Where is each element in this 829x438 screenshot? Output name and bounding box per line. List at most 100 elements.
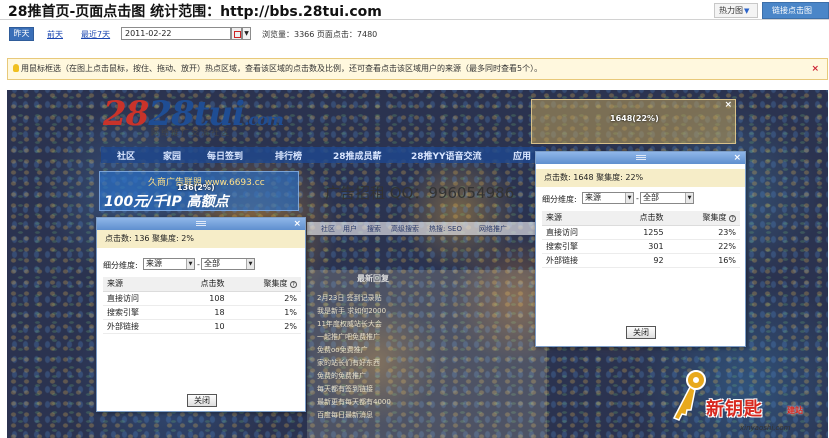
tab-link-click-map[interactable]: 链接点击图 [762, 2, 829, 19]
col-concentration-label: 聚集度 [263, 279, 288, 289]
cell-concentration: 2% [228, 319, 301, 334]
cell-source: 外部链接 [542, 253, 612, 268]
popup-close-x[interactable]: × [733, 152, 741, 164]
hot-search[interactable]: 网络推广 [479, 224, 507, 234]
source-table: 来源 点击数 聚集度 ? 直接访问 108 2% 搜索引擎 18 1% 外部链接 10 2% [103, 277, 301, 334]
last-7-days-link[interactable]: 最近7天 [81, 29, 110, 40]
site-logo: 2828tui.com 网络推广交流社区 [103, 94, 284, 140]
dimension-select-value: 来源 [146, 259, 162, 268]
dimension-select[interactable]: 来源 ▼ [143, 258, 195, 270]
tip-bar: 用鼠标框选（在图上点击鼠标，按住、拖动、放开）热点区域，查看该区域的点击数及比例… [7, 58, 828, 80]
nav-item[interactable]: 应用 [513, 149, 531, 162]
news-line[interactable]: 2月23日 签到记录贴 [317, 293, 382, 303]
search-option[interactable]: 社区 [321, 224, 335, 234]
page-stats: 浏览量：3366 页面点击：7480 [262, 30, 378, 39]
logo-subtitle: 网络推广交流社区 [151, 128, 231, 137]
popup-summary: 点击数: 1648 聚集度: 22% [536, 169, 745, 187]
cell-concentration: 1% [228, 305, 301, 320]
grip-icon [196, 221, 206, 226]
cell-clicks: 10 [172, 319, 229, 334]
logo-domain: .com [243, 110, 284, 129]
tab-heatmap[interactable]: 热力图▼ [714, 3, 758, 18]
cell-clicks: 301 [611, 239, 668, 254]
table-row: 外部链接 92 16% [542, 253, 740, 268]
nav-item[interactable]: 每日签到 [207, 149, 243, 162]
popup-drag-bar[interactable]: × [97, 218, 305, 230]
help-icon[interactable]: ? [290, 281, 297, 289]
dimension-filter-select[interactable]: 全部 ▼ [201, 258, 255, 270]
dimension-label: 细分维度: [542, 195, 577, 204]
date-dropdown-arrow[interactable]: ▼ [242, 27, 251, 40]
news-line[interactable]: 我是新手 求如何2000 [317, 306, 386, 316]
nav-item[interactable]: 排行榜 [275, 149, 302, 162]
col-source: 来源 [542, 211, 612, 226]
news-line[interactable]: 最新更有每天都有4000 [317, 397, 391, 407]
hotspot-close-button[interactable]: × [724, 100, 732, 110]
col-clicks: 点击数 [611, 211, 668, 226]
popup-summary: 点击数: 136 聚集度: 2% [97, 230, 305, 248]
lightbulb-icon [13, 64, 19, 72]
cell-concentration: 2% [228, 291, 301, 306]
popup-close-button[interactable]: 关闭 [626, 326, 656, 339]
col-concentration: 聚集度 ? [667, 211, 740, 226]
tab-heatmap-label: 热力图 [719, 6, 743, 15]
table-row: 搜索引擎 18 1% [103, 305, 301, 320]
table-row: 直接访问 108 2% [103, 291, 301, 306]
news-line[interactable]: 免费的免费推广 [317, 371, 366, 381]
calendar-icon[interactable] [231, 27, 242, 40]
nav-item[interactable]: 社区 [117, 149, 135, 162]
nav-item[interactable]: 28推YY语音交流 [411, 149, 482, 162]
nav-item[interactable]: 28推成员薪 [333, 149, 382, 162]
chevron-down-icon: ▼ [246, 259, 254, 269]
nav-item[interactable]: 家园 [163, 149, 181, 162]
yesterday-button[interactable]: 昨天 [9, 27, 34, 41]
search-button[interactable]: 搜索 [367, 224, 381, 234]
search-option[interactable]: 用户 [343, 224, 357, 234]
dimension-dash: - [197, 260, 200, 269]
watermark-url: xinyaoshi.com [740, 424, 791, 432]
chevron-down-icon: ▼ [685, 193, 693, 203]
popup-drag-bar[interactable]: × [536, 152, 745, 164]
help-icon[interactable]: ? [729, 215, 736, 223]
ad-line-2: 100元/千IP 高额点 [104, 194, 229, 210]
cell-concentration: 22% [667, 239, 740, 254]
col-source: 来源 [103, 277, 173, 292]
hotspot-selection[interactable]: 1648(22%) × [531, 99, 736, 144]
dimension-filter-value: 全部 [204, 259, 220, 268]
news-line[interactable]: 免费oo免费推广 [317, 345, 368, 355]
cell-source: 搜索引擎 [103, 305, 173, 320]
popup-close-button[interactable]: 关闭 [187, 394, 217, 407]
table-row: 搜索引擎 301 22% [542, 239, 740, 254]
cell-source: 直接访问 [103, 291, 173, 306]
col-clicks: 点击数 [172, 277, 229, 292]
grip-icon [635, 155, 646, 160]
hotspot-label: 1648(22%) [610, 114, 659, 123]
col-concentration-label: 聚集度 [702, 213, 727, 223]
tip-close-button[interactable]: × [811, 59, 819, 79]
advanced-search-link[interactable]: 高级搜索 [391, 224, 419, 234]
hotspot-detail-popup-left: × 点击数: 136 聚集度: 2% 细分维度: 来源 ▼ - 全部 ▼ 来源 点击… [96, 217, 306, 412]
cell-source: 外部链接 [103, 319, 173, 334]
cell-source: 搜索引擎 [542, 239, 612, 254]
chevron-down-icon: ▼ [744, 7, 750, 15]
news-line[interactable]: 11年度权威站长大会 [317, 319, 382, 329]
popup-close-x[interactable]: × [293, 218, 301, 230]
news-line[interactable]: 家的站长们有好东西 [317, 358, 380, 368]
hot-search[interactable]: 热搜: SEO [429, 224, 462, 234]
table-row: 直接访问 1255 23% [542, 225, 740, 240]
chevron-down-icon: ▼ [625, 193, 633, 203]
dimension-filter-select[interactable]: 全部 ▼ [640, 192, 694, 204]
date-input[interactable]: 2011-02-22 [121, 27, 231, 40]
cell-concentration: 23% [667, 225, 740, 240]
chevron-down-icon: ▼ [186, 259, 194, 269]
dimension-select[interactable]: 来源 ▼ [582, 192, 634, 204]
source-table: 来源 点击数 聚集度 ? 直接访问 1255 23% 搜索引擎 301 22% 外部链接… [542, 211, 740, 268]
day-before-link[interactable]: 前天 [47, 29, 63, 40]
watermark-text: 新钥匙 [706, 399, 763, 420]
cell-clicks: 108 [172, 291, 229, 306]
watermark-side: 建站 [787, 406, 803, 415]
news-line[interactable]: 一起推广吧免费推广 [317, 332, 380, 342]
news-line[interactable]: 每天都有签到链接 [317, 384, 373, 394]
news-line[interactable]: 百度每日最新消息 [317, 410, 373, 420]
cell-clicks: 1255 [611, 225, 668, 240]
